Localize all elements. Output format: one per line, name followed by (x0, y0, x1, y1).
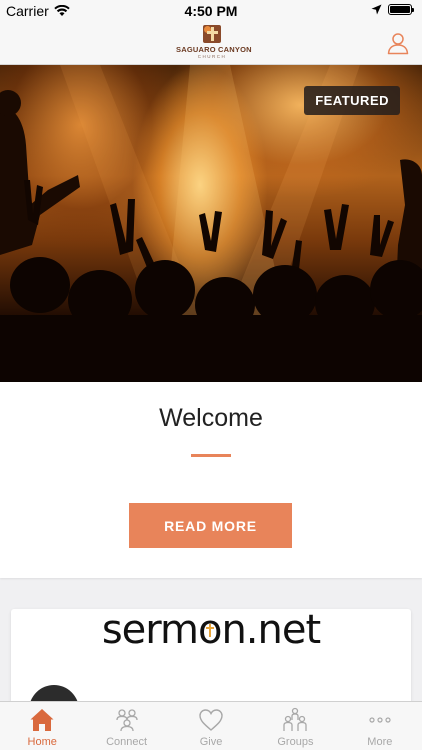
tab-home[interactable]: Home (0, 702, 84, 750)
groups-icon (283, 707, 308, 731)
connect-icon (115, 709, 138, 732)
tab-bar: Home Connect Give Groups More (0, 701, 422, 750)
battery-body (388, 4, 412, 15)
logo-mark-icon (203, 25, 221, 43)
tab-label-give: Give (199, 736, 223, 748)
heart-icon (199, 709, 223, 731)
tab-connect[interactable]: Connect (84, 702, 168, 750)
status-time: 4:50 PM (184, 3, 238, 19)
tab-give[interactable]: Give (169, 702, 253, 750)
status-right (371, 4, 414, 15)
tab-label-groups: Groups (277, 736, 314, 748)
sermon-logo-suffix: n.net (221, 609, 321, 653)
user-icon (387, 33, 409, 55)
more-icon (369, 717, 391, 723)
tab-label-connect: Connect (106, 736, 148, 748)
cross-icon (208, 624, 211, 637)
battery-tip (412, 7, 414, 12)
tab-label-home: Home (27, 736, 57, 748)
featured-hero-image[interactable]: FEATURED (0, 65, 422, 382)
card-title: Welcome (159, 404, 263, 432)
tab-label-more: More (367, 736, 393, 748)
nav-bar: SAGUARO CANYON CHURCH (0, 22, 422, 65)
church-logo[interactable]: SAGUARO CANYON CHURCH (176, 25, 252, 61)
battery-icon (388, 4, 414, 15)
cross-bar-icon (205, 627, 214, 629)
battery-fill (390, 6, 410, 13)
read-more-button[interactable]: READ MORE (129, 503, 292, 548)
sermon-logo-prefix: serm (101, 609, 199, 653)
profile-button[interactable] (386, 31, 410, 55)
status-bar: Carrier 4:50 PM (0, 0, 422, 22)
featured-card: Welcome READ MORE (0, 382, 422, 578)
sermon-net-logo: sermon.net (11, 609, 411, 653)
title-divider (191, 454, 231, 457)
logo-title: SAGUARO CANYON (176, 45, 252, 54)
logo-subtitle: CHURCH (197, 54, 227, 59)
location-arrow-icon (371, 4, 382, 15)
tab-more[interactable]: More (338, 702, 422, 750)
home-icon (30, 709, 54, 731)
tab-groups[interactable]: Groups (253, 702, 337, 750)
featured-badge: FEATURED (304, 86, 400, 115)
sermon-logo-o: o (198, 609, 223, 653)
